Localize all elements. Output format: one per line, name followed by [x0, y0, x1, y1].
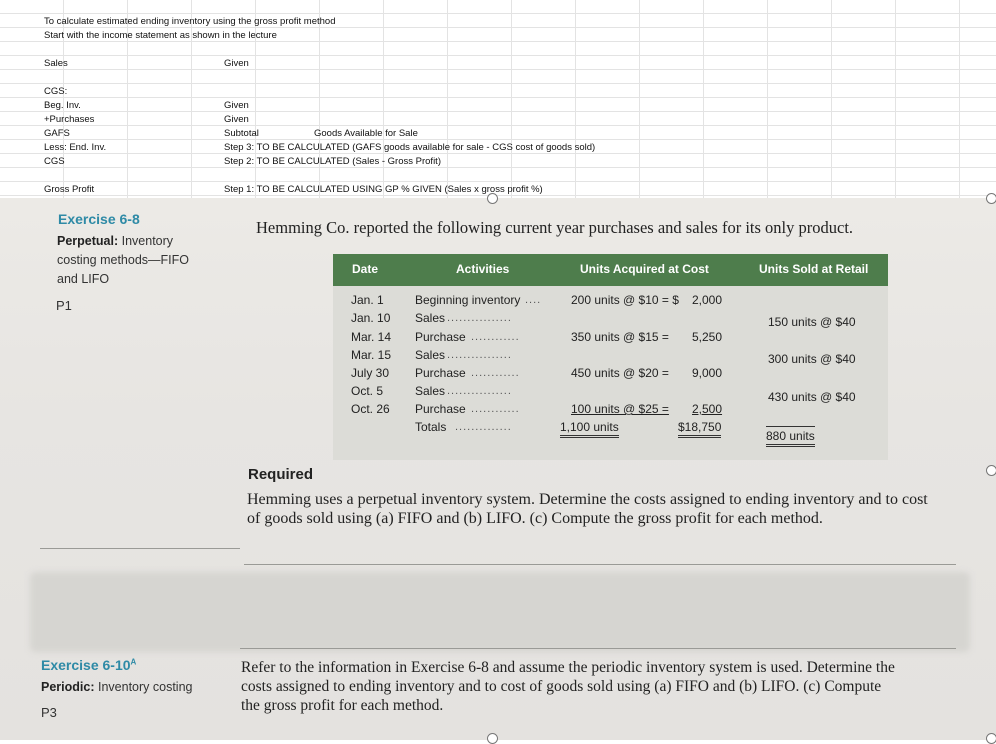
- required-text: Hemming uses a perpetual inventory syste…: [247, 490, 928, 528]
- table-row-activity: Purchase: [415, 330, 466, 344]
- required-heading: Required: [248, 466, 314, 483]
- table-row-activity: Purchase: [415, 366, 466, 380]
- header-activities: Activities: [456, 262, 510, 276]
- table-row-sold: 300 units @ $40: [768, 352, 856, 366]
- table-row-sold: 430 units @ $40: [768, 390, 856, 404]
- textbook-image[interactable]: Exercise 6-8 Perpetual: Inventory costin…: [0, 198, 996, 740]
- exercise-6-10-line-1: Refer to the information in Exercise 6-8…: [241, 659, 895, 676]
- table-row-date: Jan. 1: [351, 293, 384, 307]
- sheet-label-cgs[interactable]: CGS: [44, 156, 65, 168]
- exercise-6-8-sub-line2: costing methods—FIFO: [57, 253, 189, 267]
- sheet-value-gafs[interactable]: Subtotal: [224, 128, 259, 140]
- table-header: Date Activities Units Acquired at Cost U…: [333, 254, 888, 286]
- exercise-6-10-line-3: the gross profit for each method.: [241, 697, 444, 714]
- resize-handle-top-right[interactable]: [986, 193, 996, 204]
- leader-dots: ..............: [455, 421, 512, 433]
- table-row-activity: Sales: [415, 311, 446, 325]
- exercise-6-8-intro: Hemming Co. reported the following curre…: [256, 218, 854, 237]
- sheet-value-purchases[interactable]: Given: [224, 114, 249, 126]
- sheet-value-cgs[interactable]: Step 2: TO BE CALCULATED (Sales - Gross …: [224, 156, 441, 168]
- exercise-6-10-line-2: costs assigned to ending inventory and t…: [241, 678, 882, 695]
- table-row-acquired: 350 units @ $15 =: [571, 330, 669, 344]
- table-row-date: July 30: [351, 366, 390, 380]
- exercise-6-10-title-sup: A: [130, 657, 137, 667]
- sheet-note-1[interactable]: To calculate estimated ending inventory …: [44, 16, 336, 28]
- leader-dots: ............: [471, 331, 520, 343]
- sheet-label-beg-inv[interactable]: Beg. Inv.: [44, 100, 81, 112]
- leader-dots: ................: [447, 312, 512, 324]
- table-row-activity: Purchase: [415, 402, 466, 416]
- table-row-activity: Sales: [415, 384, 446, 398]
- exercise-6-10-title: Exercise 6-10A: [41, 657, 136, 673]
- spreadsheet-grid[interactable]: To calculate estimated ending inventory …: [0, 0, 996, 198]
- table-row-sold: 150 units @ $40: [768, 315, 856, 329]
- table-row-cost: 2,000: [692, 293, 723, 307]
- exercise-6-10-sub-rest: Inventory costing: [97, 680, 193, 694]
- resize-handle-right[interactable]: [986, 465, 996, 476]
- table-row-date: Oct. 5: [351, 384, 384, 398]
- table-row-acquired: 200 units @ $10 = $: [571, 293, 679, 307]
- page-rule: [40, 548, 240, 549]
- resize-handle-bottom[interactable]: [487, 733, 498, 744]
- leader-dots: ............: [471, 367, 520, 379]
- exercise-6-10-sub-bold: Periodic:: [41, 680, 95, 694]
- exercise-6-10-title-text: Exercise 6-10: [41, 657, 131, 673]
- exercise-6-8-sub-bold: Perpetual:: [57, 234, 119, 248]
- blurred-region: [30, 572, 970, 652]
- resize-handle-top[interactable]: [487, 193, 498, 204]
- table-row-date: Jan. 10: [351, 311, 391, 325]
- sheet-label-gafs[interactable]: GAFS: [44, 128, 70, 140]
- required-line-2: of goods sold using (a) FIFO and (b) LIF…: [247, 510, 823, 527]
- leader-dots: ....: [525, 294, 542, 306]
- table-row-acquired: 100 units @ $25 =: [571, 402, 669, 416]
- sheet-label-sales[interactable]: Sales: [44, 58, 68, 70]
- exercise-6-10-subtitle: Periodic: Inventory costing: [41, 678, 192, 697]
- sheet-label-purchases[interactable]: +Purchases: [44, 114, 94, 126]
- required-line-1: Hemming uses a perpetual inventory syste…: [247, 491, 928, 508]
- exercise-6-10-code: P3: [41, 705, 57, 720]
- exercise-6-8-subtitle: Perpetual: Inventory costing methods—FIF…: [57, 232, 189, 289]
- table-row-activity: Sales: [415, 348, 446, 362]
- page-rule: [240, 648, 956, 649]
- leader-dots: ............: [471, 403, 520, 415]
- exercise-6-8-sub-rest: Inventory: [121, 234, 174, 248]
- exercise-6-8-code: P1: [56, 298, 72, 313]
- table-row-acquired: 450 units @ $20 =: [571, 366, 669, 380]
- sheet-label-cgs-header[interactable]: CGS:: [44, 86, 67, 98]
- table-row-date: Mar. 15: [351, 348, 392, 362]
- table-row-cost: 9,000: [692, 366, 723, 380]
- table-total-units-sold: 880 units: [766, 426, 815, 447]
- table-row-date: Mar. 14: [351, 330, 392, 344]
- purchases-sales-table: Date Activities Units Acquired at Cost U…: [333, 254, 888, 460]
- sheet-label-gross-profit[interactable]: Gross Profit: [44, 184, 94, 196]
- table-row-activity: Beginning inventory: [415, 293, 521, 307]
- header-units-sold: Units Sold at Retail: [759, 262, 869, 276]
- leader-dots: ................: [447, 385, 512, 397]
- sheet-label-end-inv[interactable]: Less: End. Inv.: [44, 142, 106, 154]
- table-row-cost: 2,500: [692, 402, 723, 416]
- table-total-cost: $18,750: [678, 420, 722, 438]
- resize-handle-bottom-right[interactable]: [986, 733, 996, 744]
- table-total-units-acquired: 1,100 units: [560, 420, 619, 438]
- header-date: Date: [352, 262, 379, 276]
- table-row-date: Oct. 26: [351, 402, 390, 416]
- exercise-6-8-title: Exercise 6-8: [58, 211, 140, 227]
- leader-dots: ................: [447, 349, 512, 361]
- sheet-extra-gafs[interactable]: Goods Available for Sale: [314, 128, 418, 140]
- sheet-value-beg-inv[interactable]: Given: [224, 100, 249, 112]
- header-units-acquired: Units Acquired at Cost: [580, 262, 709, 276]
- exercise-6-8-sub-line3: and LIFO: [57, 272, 110, 286]
- page-rule: [244, 564, 956, 565]
- sheet-note-2[interactable]: Start with the income statement as shown…: [44, 30, 277, 42]
- sheet-value-sales[interactable]: Given: [224, 58, 249, 70]
- exercise-6-10-text: Refer to the information in Exercise 6-8…: [241, 658, 895, 715]
- sheet-value-end-inv[interactable]: Step 3: TO BE CALCULATED (GAFS goods ava…: [224, 142, 595, 154]
- table-row-activity: Totals: [415, 420, 447, 434]
- table-row-cost: 5,250: [692, 330, 723, 344]
